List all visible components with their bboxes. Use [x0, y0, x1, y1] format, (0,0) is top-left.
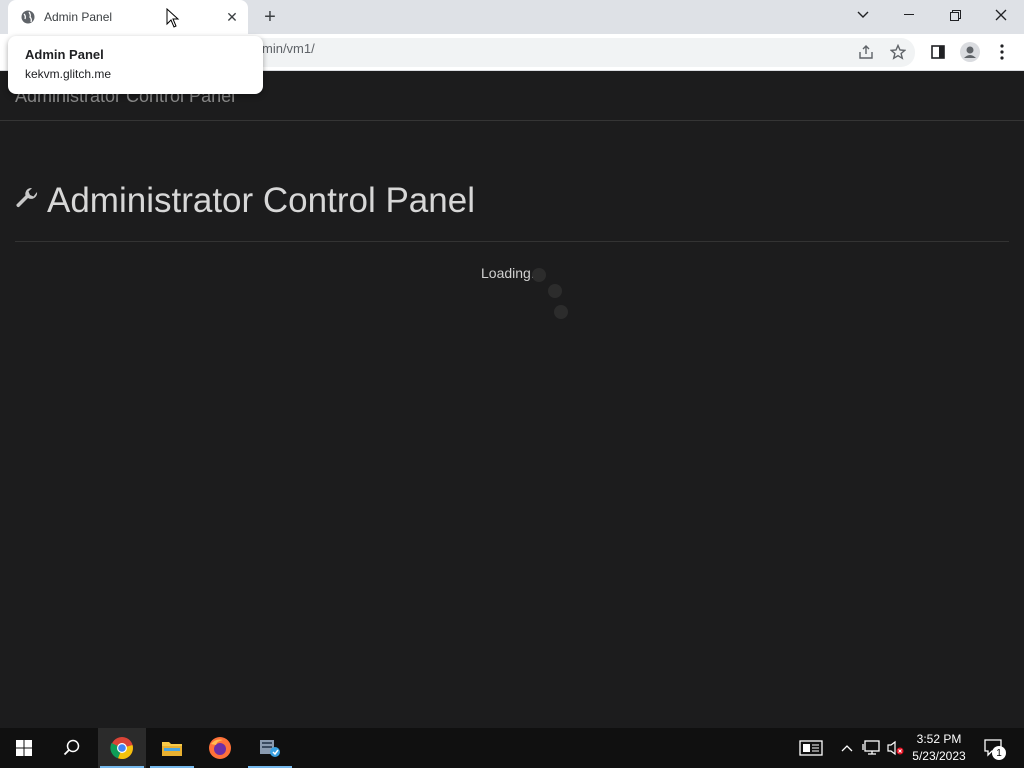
url-text[interactable]: min/vm1/	[262, 41, 315, 56]
server-manager-icon[interactable]	[246, 728, 294, 768]
divider	[15, 241, 1009, 242]
tab-hover-card: Admin Panel kekvm.glitch.me	[8, 36, 263, 94]
tab-title: Admin Panel	[44, 10, 113, 24]
restore-button[interactable]	[932, 0, 978, 30]
menu-kebab-icon[interactable]	[990, 40, 1014, 64]
close-tab-icon[interactable]: ✕	[222, 7, 242, 27]
bookmark-star-icon[interactable]	[886, 40, 910, 64]
clock-date: 5/23/2023	[912, 749, 966, 763]
globe-icon	[20, 9, 36, 25]
new-tab-button[interactable]: +	[258, 5, 282, 29]
page-content: Administrator Control Panel Administrato…	[0, 71, 1024, 728]
taskbar: 3:52 PM 5/23/2023 1	[0, 728, 1024, 768]
tab-search-icon[interactable]	[840, 0, 886, 30]
hover-card-domain: kekvm.glitch.me	[25, 67, 112, 81]
wrench-icon	[15, 187, 39, 216]
chrome-icon[interactable]	[98, 728, 146, 768]
browser-tab[interactable]: Admin Panel ✕	[8, 0, 248, 34]
notification-badge: 1	[992, 746, 1006, 760]
page-heading: Administrator Control Panel	[47, 181, 475, 220]
hover-card-title: Admin Panel	[25, 47, 104, 62]
volume-muted-icon[interactable]	[884, 728, 906, 768]
start-icon[interactable]	[0, 728, 48, 768]
search-icon[interactable]	[48, 728, 96, 768]
firefox-icon[interactable]	[196, 728, 244, 768]
minimize-button[interactable]	[886, 0, 932, 30]
notification-center-icon[interactable]: 1	[980, 728, 1008, 768]
side-panel-icon[interactable]	[926, 40, 950, 64]
profile-avatar-icon[interactable]	[958, 40, 982, 64]
news-widget-icon[interactable]	[796, 728, 826, 768]
network-icon[interactable]	[860, 728, 882, 768]
share-icon[interactable]	[854, 40, 878, 64]
mouse-cursor-icon	[166, 8, 180, 28]
page-title: Administrator Control Panel	[15, 181, 475, 221]
clock-time: 3:52 PM	[916, 732, 962, 746]
close-window-button[interactable]	[978, 0, 1024, 30]
clock[interactable]: 3:52 PM 5/23/2023	[905, 731, 973, 765]
file-explorer-icon[interactable]	[148, 728, 196, 768]
tab-strip: Admin Panel ✕ +	[0, 0, 1024, 34]
chevron-up-icon[interactable]	[838, 728, 856, 768]
